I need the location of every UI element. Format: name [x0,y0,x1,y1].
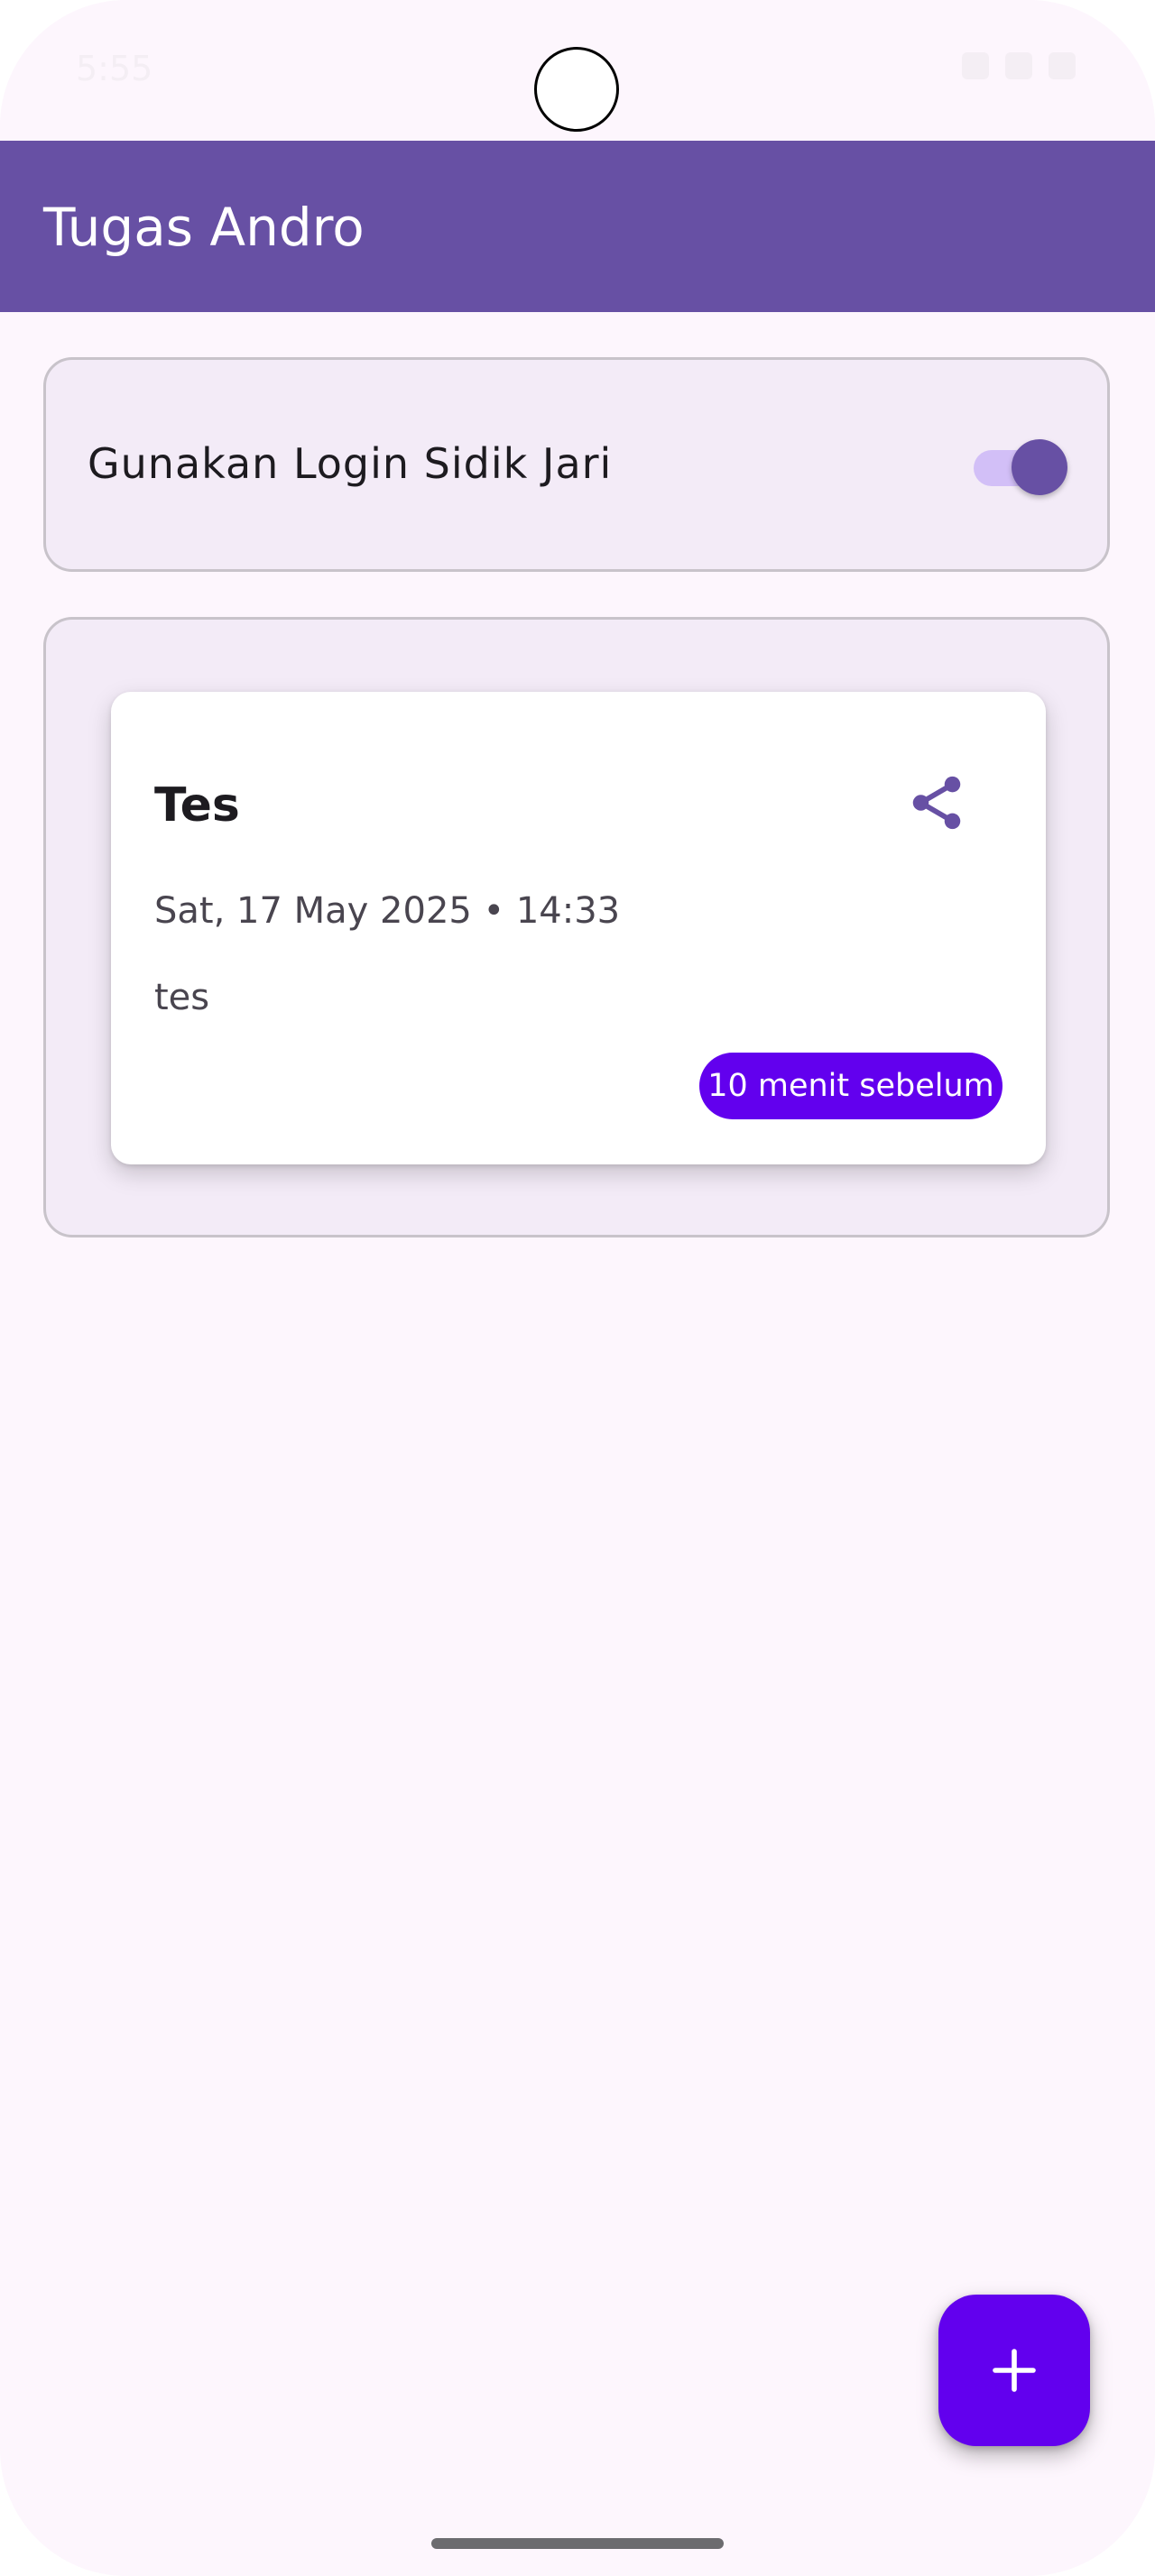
reminder-title: Tes [154,778,240,833]
fingerprint-setting-card: Gunakan Login Sidik Jari [43,357,1110,572]
camera-cutout-icon [534,47,619,132]
plus-icon [993,2349,1036,2392]
fingerprint-login-label: Gunakan Login Sidik Jari [88,439,613,488]
reminder-card[interactable]: Tes Sat, 17 May 2025 • 14:33 tes 10 meni… [111,692,1046,1164]
battery-icon [1049,52,1076,79]
reminder-badge: 10 menit sebelum [699,1053,1003,1119]
app-title: Tugas Andro [43,197,365,258]
home-indicator[interactable] [431,2538,724,2549]
add-reminder-button[interactable] [938,2295,1090,2446]
phone-screen: 5:55 Tugas Andro Gunakan Login Sidik Jar… [0,0,1155,2576]
reminder-list-container: Tes Sat, 17 May 2025 • 14:33 tes 10 meni… [43,617,1110,1237]
fingerprint-login-toggle[interactable] [974,439,1069,497]
reminder-datetime: Sat, 17 May 2025 • 14:33 [154,890,621,932]
wifi-icon [962,52,989,79]
share-icon[interactable] [905,771,968,834]
status-time: 5:55 [76,49,153,88]
reminder-description: tes [154,977,210,1018]
signal-icon [1005,52,1032,79]
toggle-thumb [1012,439,1067,495]
app-bar: Tugas Andro [0,141,1155,312]
status-icons [962,52,1076,79]
